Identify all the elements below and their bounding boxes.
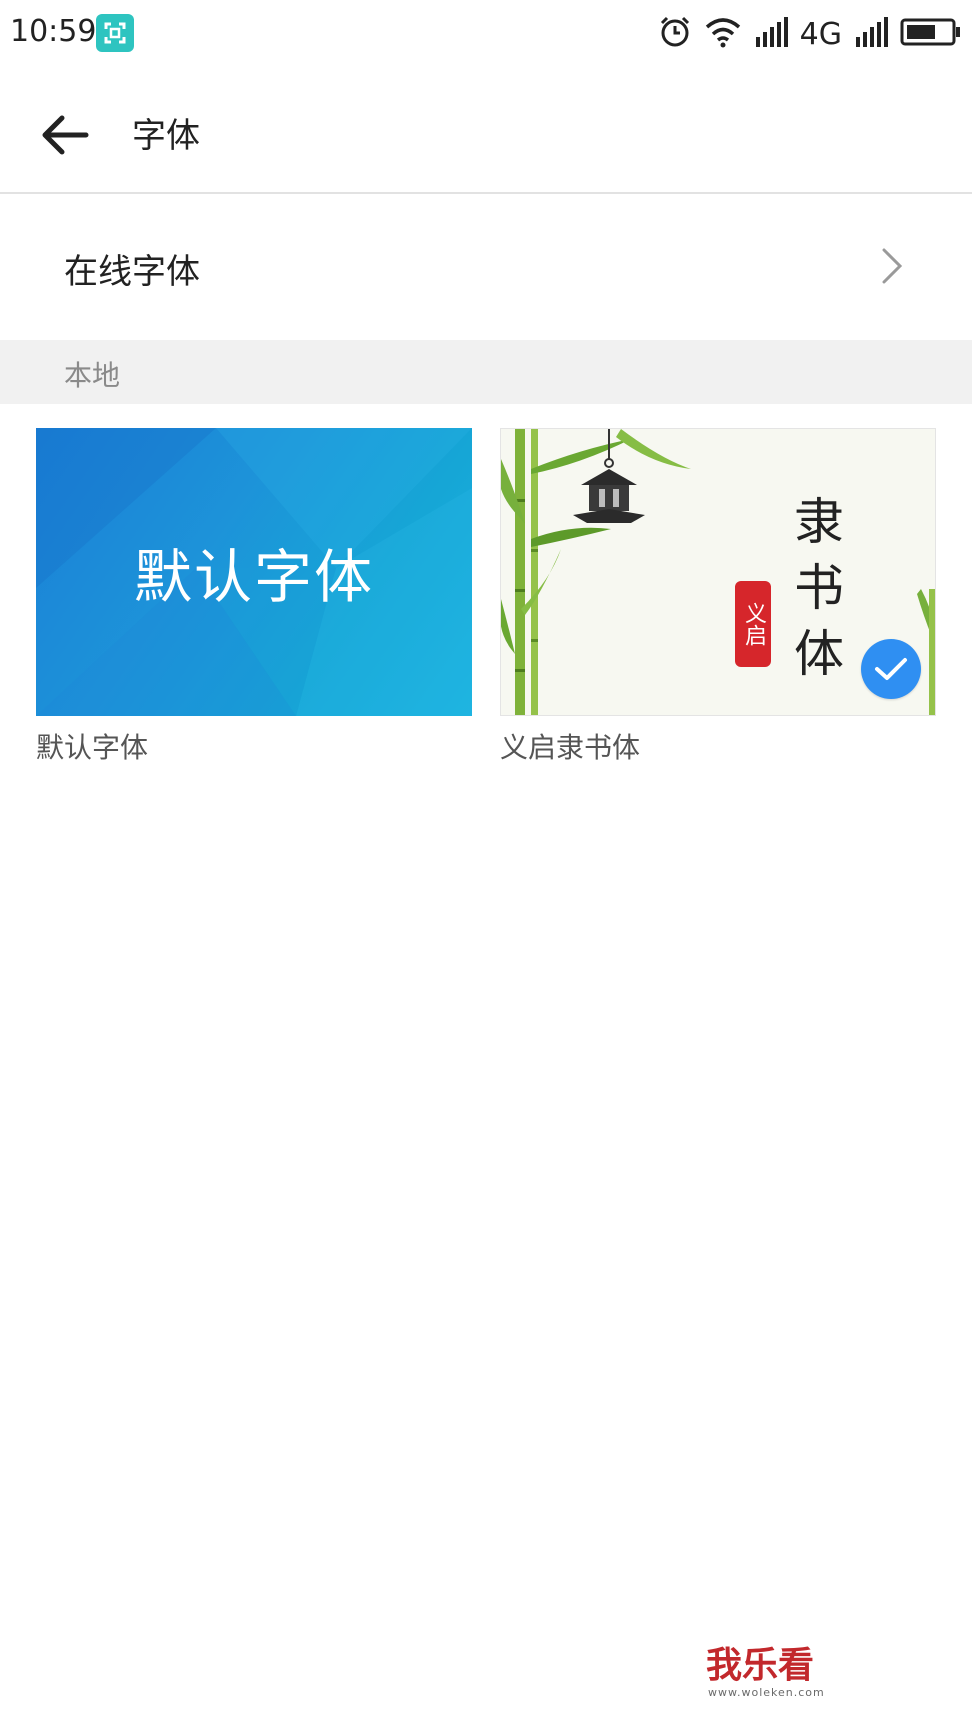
font-preview-thumbnail: 隶书体 义启 (500, 428, 936, 716)
status-icons: 4G (658, 14, 962, 54)
local-section-header: 本地 (0, 340, 972, 404)
watermark-logo: 我乐看 www.woleken.com (680, 1636, 840, 1706)
alarm-icon (658, 15, 692, 53)
wifi-icon (704, 16, 742, 52)
selected-check-icon (861, 639, 921, 699)
font-preview-text: 默认字体 (133, 543, 374, 611)
watermark-text: 我乐看 (706, 1645, 815, 1686)
screenshot-app-icon (96, 14, 134, 52)
seal-stamp: 义启 (735, 581, 771, 667)
watermark-url: www.woleken.com (708, 1686, 825, 1699)
font-card-lishu[interactable]: 隶书体 义启 义启隶书体 (500, 428, 936, 766)
font-card-default[interactable]: 默认字体 默认字体 (36, 428, 472, 766)
network-type: 4G (799, 16, 842, 52)
status-bar: 10:59 4G (0, 0, 972, 70)
chevron-right-icon (876, 246, 906, 286)
font-preview-text: 隶书体 (794, 493, 844, 683)
back-button[interactable] (30, 100, 100, 170)
online-fonts-label: 在线字体 (64, 252, 200, 292)
font-caption: 义启隶书体 (500, 731, 641, 764)
section-label: 本地 (64, 359, 121, 392)
page-title: 字体 (132, 116, 200, 156)
app-header: 字体 (0, 70, 972, 194)
online-fonts-row[interactable]: 在线字体 (0, 196, 972, 338)
signal-icon (854, 17, 888, 51)
status-time: 10:59 (10, 14, 97, 49)
font-settings-screen: 10:59 4G 字体 在线字体 本地 默认字体 默认字体 隶书体 义启 义启隶… (0, 0, 972, 1728)
battery-icon (900, 17, 962, 51)
font-preview-thumbnail: 默认字体 (36, 428, 472, 716)
arrow-left-icon (42, 115, 89, 155)
signal-icon (754, 17, 788, 51)
font-caption: 默认字体 (36, 731, 149, 764)
